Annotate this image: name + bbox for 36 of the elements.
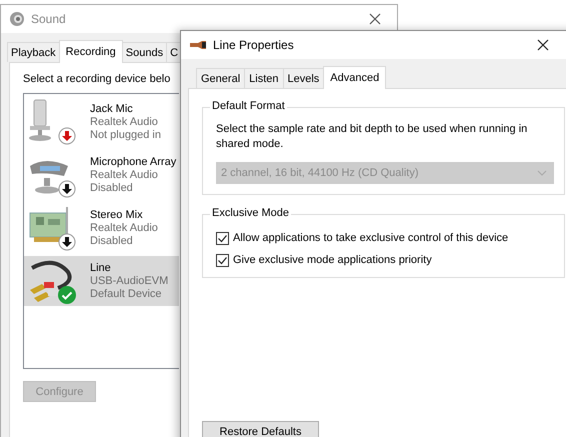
device-status: Disabled <box>90 234 134 248</box>
audio-cable-icon <box>28 258 74 304</box>
device-name: Line <box>90 262 112 274</box>
device-status: Disabled <box>90 182 134 194</box>
microphone-icon <box>28 99 52 142</box>
checkbox-label: Allow applications to take exclusive control of this device <box>233 232 508 244</box>
device-status: Default Device <box>90 288 163 300</box>
device-item[interactable]: Jack Mic Realtek Audio Not plugged in <box>24 97 179 147</box>
device-driver: USB-AudioEVM <box>90 274 168 288</box>
device-name: Microphone Array <box>90 156 176 168</box>
tab[interactable]: Recording <box>58 40 123 63</box>
group-title: Default Format <box>210 100 287 112</box>
close-icon <box>537 39 549 51</box>
window-title: Sound <box>31 12 67 26</box>
device-driver: Realtek Audio <box>90 222 158 234</box>
instruction-text: Select a recording device belo <box>23 73 170 85</box>
device-driver: Realtek Audio <box>90 116 159 128</box>
checkbox-label: Give exclusive mode applications priority <box>233 254 432 266</box>
checkbox[interactable] <box>216 254 229 266</box>
tab[interactable]: Playback <box>7 42 60 62</box>
chevron-down-icon <box>537 170 547 176</box>
group-title: Exclusive Mode <box>210 207 292 219</box>
cable-plug-icon <box>189 39 207 51</box>
device-name: Stereo Mix <box>90 208 144 222</box>
speaker-icon <box>9 11 25 27</box>
checkbox[interactable] <box>216 232 229 244</box>
window-title: Line Properties <box>213 38 295 52</box>
restore-defaults-button[interactable]: Restore Defaults <box>202 421 319 437</box>
close-icon <box>369 13 381 25</box>
description-text: Select the sample rate and bit depth to be used when running in shared mode. <box>216 122 528 152</box>
tab[interactable]: Advanced <box>323 66 386 89</box>
device-name: Jack Mic <box>90 102 134 116</box>
device-item[interactable]: Line USB-AudioEVM Default Device <box>24 256 179 306</box>
device-status: Not plugged in <box>90 128 161 142</box>
tab[interactable]: General <box>196 68 246 88</box>
device-driver: Realtek Audio <box>90 168 159 182</box>
